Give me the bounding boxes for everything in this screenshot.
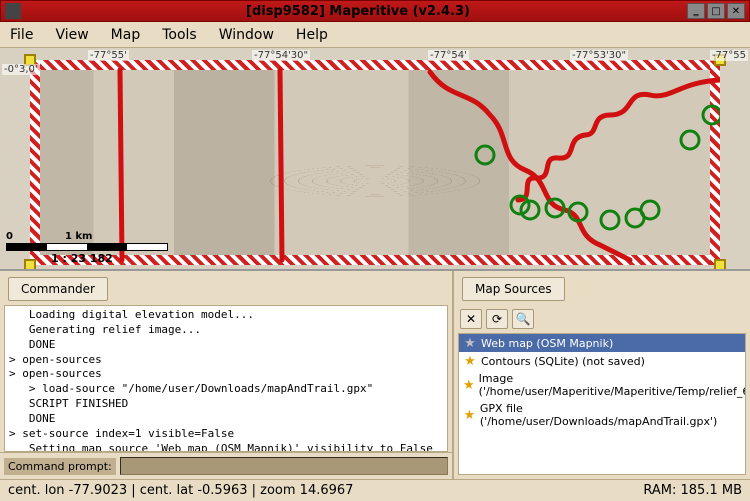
status-coords: cent. lon -77.9023 | cent. lat -0.5963 |… xyxy=(8,483,353,498)
coord-label: -0°3,0' xyxy=(2,64,40,75)
menu-view[interactable]: View xyxy=(55,27,88,43)
menu-help[interactable]: Help xyxy=(296,27,328,43)
coord-label: -77°53'30" xyxy=(570,50,628,61)
source-item-label: Contours (SQLite) (not saved) xyxy=(481,355,645,368)
coord-label: -77°55 xyxy=(710,50,748,61)
source-item-label: Image ('/home/user/Maperitive/Maperitive… xyxy=(479,372,746,398)
star-icon[interactable]: ★ xyxy=(463,408,476,422)
map-viewport[interactable]: -0°3,0' -77°55' -77°54'30" -77°54' -77°5… xyxy=(0,48,750,271)
source-item[interactable]: ★ GPX file ('/home/user/Downloads/mapAnd… xyxy=(459,400,745,430)
maximize-button[interactable]: □ xyxy=(707,3,725,19)
coord-label: -77°55' xyxy=(88,50,129,61)
star-icon[interactable]: ★ xyxy=(463,354,477,368)
source-item[interactable]: ★ Web map (OSM Mapnik) xyxy=(459,334,745,352)
sources-list: ★ Web map (OSM Mapnik) ★ Contours (SQLit… xyxy=(458,333,746,475)
menu-window[interactable]: Window xyxy=(219,27,274,43)
menu-map[interactable]: Map xyxy=(111,27,141,43)
scale-bar: 01 km 1 : 23 182 xyxy=(6,231,168,265)
source-refresh-button[interactable]: ⟳ xyxy=(486,309,508,329)
map-sources-panel: Map Sources ✕ ⟳ 🔍 ★ Web map (OSM Mapnik)… xyxy=(454,271,750,479)
source-item-label: Web map (OSM Mapnik) xyxy=(481,337,613,350)
coord-label: -77°54'30" xyxy=(252,50,310,61)
bounds-border xyxy=(30,60,720,70)
source-remove-button[interactable]: ✕ xyxy=(460,309,482,329)
commander-tab[interactable]: Commander xyxy=(8,277,108,301)
source-item-label: GPX file ('/home/user/Downloads/mapAndTr… xyxy=(480,402,741,428)
source-find-button[interactable]: 🔍 xyxy=(512,309,534,329)
app-icon xyxy=(5,3,21,19)
console-output: Loading digital elevation model... Gener… xyxy=(4,305,448,452)
star-icon[interactable]: ★ xyxy=(463,378,475,392)
close-button[interactable]: ✕ xyxy=(727,3,745,19)
bounds-handle-se[interactable] xyxy=(714,259,726,271)
commander-panel: Commander Loading digital elevation mode… xyxy=(0,271,454,479)
statusbar: cent. lon -77.9023 | cent. lat -0.5963 |… xyxy=(0,479,750,501)
bounds-border xyxy=(710,60,720,265)
menu-tools[interactable]: Tools xyxy=(162,27,197,43)
map-sources-tab[interactable]: Map Sources xyxy=(462,277,565,301)
source-item[interactable]: ★ Image ('/home/user/Maperitive/Maperiti… xyxy=(459,370,745,400)
minimize-button[interactable]: ‗ xyxy=(687,3,705,19)
source-item[interactable]: ★ Contours (SQLite) (not saved) xyxy=(459,352,745,370)
relief-shading xyxy=(40,70,710,255)
star-icon[interactable]: ★ xyxy=(463,336,477,350)
command-prompt-input[interactable] xyxy=(120,457,448,475)
window-title: [disp9582] Maperitive (v2.4.3) xyxy=(29,4,687,19)
status-ram: RAM: 185.1 MB xyxy=(643,483,742,498)
command-prompt-label: Command prompt: xyxy=(4,458,116,475)
titlebar: [disp9582] Maperitive (v2.4.3) ‗ □ ✕ xyxy=(0,0,750,22)
coord-label: -77°54' xyxy=(428,50,469,61)
menubar: File View Map Tools Window Help xyxy=(0,22,750,48)
menu-file[interactable]: File xyxy=(10,27,33,43)
